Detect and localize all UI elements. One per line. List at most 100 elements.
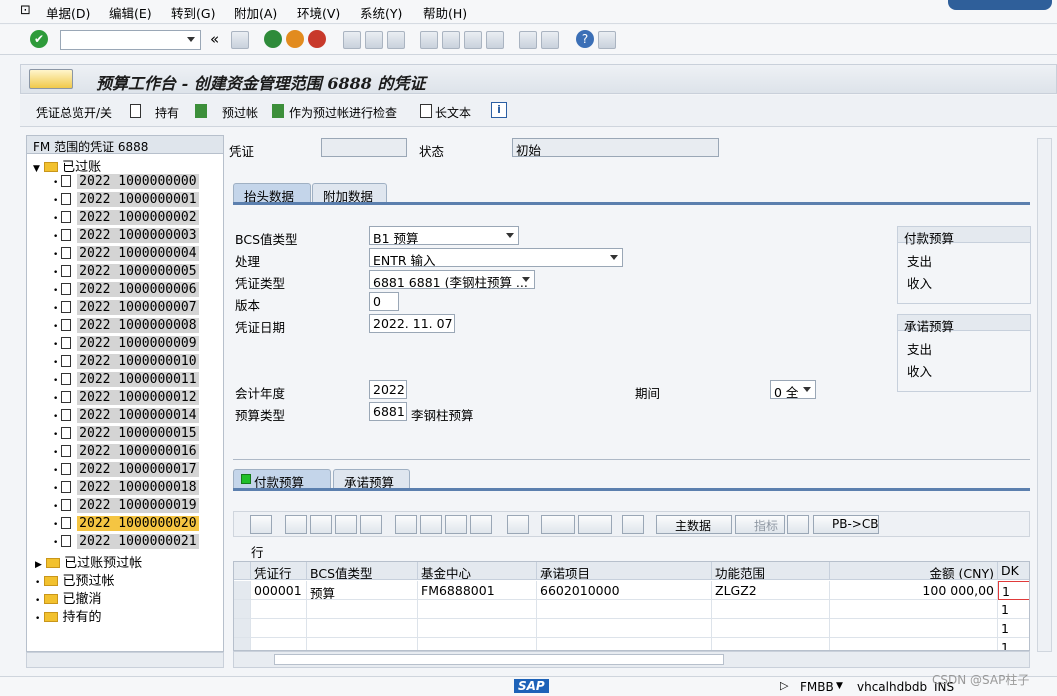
tree-node-posted[interactable]: ▼ 已过账 <box>33 156 101 175</box>
tree-doc-item[interactable]: • 2022 1000000002 <box>53 210 199 228</box>
grid-cell-commit[interactable] <box>537 600 712 619</box>
park-button[interactable]: 预过帐 <box>222 104 258 121</box>
grid-cell-amount[interactable] <box>830 600 998 619</box>
exit-icon[interactable] <box>286 30 304 48</box>
find-next-grid-icon[interactable] <box>470 515 492 534</box>
grid-cell-commit[interactable]: 6602010000 <box>537 581 712 600</box>
tree-node-held[interactable]: • 持有的 <box>35 606 101 625</box>
tree-doc-item[interactable]: • 2022 1000000018 <box>53 480 199 498</box>
sidebar-toggle-icon[interactable] <box>29 69 73 89</box>
print-icon[interactable] <box>343 31 361 49</box>
grid-horizontal-scrollbar[interactable] <box>233 651 1030 668</box>
menu-extras[interactable]: 附加(A) <box>234 3 277 22</box>
budget-type-field[interactable]: 6881 <box>369 402 407 421</box>
window-controls[interactable] <box>948 0 1052 10</box>
delete-row-icon[interactable] <box>335 515 357 534</box>
tree-horizontal-scrollbar[interactable] <box>26 652 224 668</box>
grid-cell-line[interactable] <box>251 619 307 638</box>
tab-commitment-budget[interactable]: 承诺预算 <box>333 469 410 490</box>
column-header-functional-area[interactable]: 功能范围 <box>712 562 830 580</box>
save-icon[interactable] <box>231 31 249 49</box>
grid-cell-bcs[interactable]: 预算 <box>307 581 418 600</box>
grid-cell-func[interactable] <box>712 600 830 619</box>
grid-cell-amount[interactable] <box>830 619 998 638</box>
find-grid-icon[interactable] <box>445 515 467 534</box>
fiscal-year-field[interactable]: 2022 <box>369 380 407 399</box>
doc-overview-button[interactable]: 凭证总览开/关 <box>36 104 112 121</box>
previous-page-icon[interactable] <box>442 31 460 49</box>
grid-cell-line[interactable] <box>251 638 307 650</box>
indicator-button[interactable]: 指标 <box>735 515 785 534</box>
doc-field[interactable] <box>321 138 407 157</box>
copy-row-icon[interactable] <box>360 515 382 534</box>
grid-cell-dk[interactable]: 1 <box>998 581 1029 600</box>
doctype-select[interactable]: 6881 6881 (李钢柱预算 ... <box>369 270 535 289</box>
collapse-icon[interactable]: « <box>210 30 219 48</box>
layout-grid-icon[interactable] <box>578 515 612 534</box>
grid-cell-commit[interactable] <box>537 619 712 638</box>
cancel-icon[interactable] <box>308 30 326 48</box>
play-icon[interactable]: ▷ <box>780 679 788 692</box>
tree-doc-item[interactable]: • 2022 1000000010 <box>53 354 199 372</box>
tree-doc-item[interactable]: • 2022 1000000006 <box>53 282 199 300</box>
row-selector[interactable] <box>234 581 251 600</box>
menu-goto[interactable]: 转到(G) <box>171 3 215 22</box>
tree-doc-item[interactable]: • 2022 1000000005 <box>53 264 199 282</box>
row-selector[interactable] <box>234 600 251 619</box>
tree-node-parked[interactable]: • 已预过帐 <box>35 570 114 589</box>
main-data-button[interactable]: 主数据 <box>656 515 732 534</box>
tcode-dropdown-icon[interactable]: ▼ <box>836 681 843 691</box>
pb-cb-button[interactable]: PB->CB <box>813 515 879 534</box>
grid-info-icon[interactable] <box>622 515 644 534</box>
tree-doc-item[interactable]: • 2022 1000000003 <box>53 228 199 246</box>
grid-cell-bcs[interactable] <box>307 619 418 638</box>
column-header-line[interactable]: 凭证行 <box>251 562 307 580</box>
check-park-button[interactable]: 作为预过帐进行检查 <box>289 104 397 121</box>
find-next-icon[interactable] <box>387 31 405 49</box>
column-header-bcs[interactable]: BCS值类型 <box>307 562 418 580</box>
sort-desc-icon[interactable] <box>420 515 442 534</box>
tree-doc-item[interactable]: • 2022 1000000015 <box>53 426 199 444</box>
tree-doc-item[interactable]: • 2022 1000000007 <box>53 300 199 318</box>
row-selector[interactable] <box>234 619 251 638</box>
tree-node-reversed[interactable]: • 已撤消 <box>35 588 101 607</box>
chart-icon[interactable] <box>787 515 809 534</box>
tree-doc-item[interactable]: • 2022 1000000014 <box>53 408 199 426</box>
tree-doc-item[interactable]: • 2022 1000000001 <box>53 192 199 210</box>
tree-doc-item[interactable]: • 2022 1000000009 <box>53 336 199 354</box>
info-icon[interactable]: i <box>491 102 507 118</box>
grid-cell-amount[interactable]: 100 000,00 <box>830 581 998 600</box>
version-field[interactable]: 0 <box>369 292 399 311</box>
hold-icon[interactable] <box>130 104 141 118</box>
grid-cell-line[interactable] <box>251 600 307 619</box>
sum-icon[interactable] <box>507 515 529 534</box>
export-menu-icon[interactable] <box>541 515 575 534</box>
grid-cell-fund[interactable] <box>418 600 537 619</box>
grid-cell-bcs[interactable] <box>307 600 418 619</box>
menu-environment[interactable]: 环境(V) <box>297 3 340 22</box>
process-select[interactable]: ENTR 输入 <box>369 248 623 267</box>
check-park-icon[interactable] <box>272 104 284 118</box>
tree-doc-item[interactable]: • 2022 1000000020 <box>53 516 199 534</box>
sort-asc-icon[interactable] <box>395 515 417 534</box>
tab-header-data[interactable]: 抬头数据 <box>233 183 311 204</box>
grid-cell-fund[interactable] <box>418 619 537 638</box>
back-icon[interactable] <box>264 30 282 48</box>
menu-icon[interactable]: ⊡ <box>20 3 31 18</box>
insert-row-icon[interactable] <box>285 515 307 534</box>
long-text-icon[interactable] <box>420 104 432 118</box>
park-icon[interactable] <box>195 104 207 118</box>
grid-cell-func[interactable] <box>712 619 830 638</box>
tree-doc-item[interactable]: • 2022 1000000021 <box>53 534 199 552</box>
grid-cell-amount[interactable] <box>830 638 998 650</box>
grid-scroll-thumb[interactable] <box>274 654 724 665</box>
column-header-dk[interactable]: DK <box>998 562 1029 580</box>
grid-cell-bcs[interactable] <box>307 638 418 650</box>
grid-cell-dk[interactable]: 1 <box>998 638 1029 650</box>
menu-edit[interactable]: 编辑(E) <box>109 3 152 22</box>
grid-cell-func[interactable]: ZLGZ2 <box>712 581 830 600</box>
tab-additional-data[interactable]: 附加数据 <box>312 183 387 204</box>
details-icon[interactable] <box>250 515 272 534</box>
expand-right-icon[interactable]: ▶ <box>35 560 42 570</box>
grid-cell-fund[interactable]: FM6888001 <box>418 581 537 600</box>
